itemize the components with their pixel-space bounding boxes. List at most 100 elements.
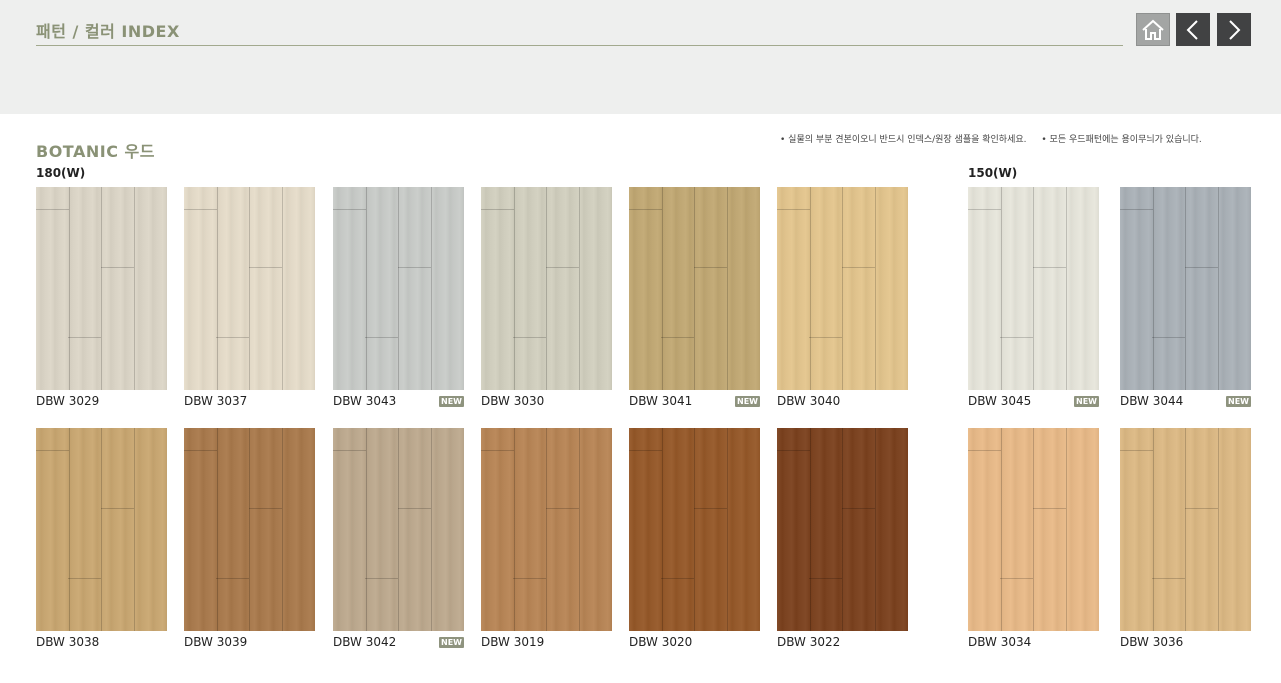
swatch-dbw-3036[interactable] <box>1120 428 1251 631</box>
swatch-dbw-3043[interactable] <box>333 187 464 390</box>
board-end-joint <box>481 450 514 451</box>
board-seam <box>398 187 399 390</box>
board-end-joint <box>1033 267 1066 268</box>
board-end-joint <box>1000 578 1033 579</box>
board-seam <box>366 187 367 390</box>
board-end-joint <box>36 209 69 210</box>
board-end-joint <box>68 337 101 338</box>
board-end-joint <box>629 209 662 210</box>
board-end-joint <box>216 578 249 579</box>
swatch-code: DBW 3036 <box>1120 635 1184 649</box>
chevron-left-icon <box>1186 19 1198 40</box>
swatch-dbw-3030[interactable] <box>481 187 612 390</box>
board-end-joint <box>694 267 727 268</box>
board-seam <box>69 428 70 631</box>
board-seam <box>249 187 250 390</box>
board-seam <box>810 187 811 390</box>
board-end-joint <box>249 267 282 268</box>
swatch-code: DBW 3045 <box>968 394 1032 408</box>
swatch-dbw-3040[interactable] <box>777 187 908 390</box>
board-seam <box>1185 428 1186 631</box>
swatch-code: DBW 3030 <box>481 394 545 408</box>
swatch-dbw-3039[interactable] <box>184 428 315 631</box>
new-badge: NEW <box>439 637 464 648</box>
board-end-joint <box>101 267 134 268</box>
board-seam <box>662 428 663 631</box>
next-page-button[interactable] <box>1217 13 1251 46</box>
header-bar <box>0 0 1281 114</box>
swatch-code: DBW 3020 <box>629 635 693 649</box>
board-end-joint <box>1120 450 1153 451</box>
swatch-dbw-3038[interactable] <box>36 428 167 631</box>
new-badge: NEW <box>1226 396 1251 407</box>
board-end-joint <box>1185 508 1218 509</box>
board-seam <box>694 187 695 390</box>
board-seam <box>842 428 843 631</box>
board-end-joint <box>694 508 727 509</box>
page-title: 패턴 / 컬러 INDEX <box>36 22 180 41</box>
title-divider <box>36 45 1123 46</box>
swatch-code: DBW 3039 <box>184 635 248 649</box>
swatch-dbw-3042[interactable] <box>333 428 464 631</box>
board-seam <box>282 187 283 390</box>
swatch-dbw-3034[interactable] <box>968 428 1099 631</box>
board-seam <box>662 187 663 390</box>
swatch-code: DBW 3029 <box>36 394 100 408</box>
board-seam <box>514 428 515 631</box>
board-end-joint <box>842 267 875 268</box>
board-seam <box>875 428 876 631</box>
swatch-dbw-3044[interactable] <box>1120 187 1251 390</box>
board-end-joint <box>1000 337 1033 338</box>
swatch-dbw-3019[interactable] <box>481 428 612 631</box>
swatch-code: DBW 3038 <box>36 635 100 649</box>
board-seam <box>810 428 811 631</box>
notice-pattern: • 모든 우드패턴에는 용이무늬가 있습니다. <box>1041 135 1202 145</box>
board-seam <box>431 428 432 631</box>
board-end-joint <box>216 337 249 338</box>
board-seam <box>366 428 367 631</box>
board-end-joint <box>398 508 431 509</box>
board-end-joint <box>777 450 810 451</box>
board-end-joint <box>1033 508 1066 509</box>
home-button[interactable] <box>1136 13 1170 46</box>
board-seam <box>514 187 515 390</box>
swatch-code: DBW 3044 <box>1120 394 1184 408</box>
board-seam <box>546 187 547 390</box>
board-seam <box>875 187 876 390</box>
board-end-joint <box>777 209 810 210</box>
board-end-joint <box>513 578 546 579</box>
board-seam <box>398 428 399 631</box>
board-seam <box>217 428 218 631</box>
swatch-dbw-3045[interactable] <box>968 187 1099 390</box>
swatch-code: DBW 3041 <box>629 394 693 408</box>
board-seam <box>1001 428 1002 631</box>
board-seam <box>727 428 728 631</box>
swatch-dbw-3037[interactable] <box>184 187 315 390</box>
board-end-joint <box>842 508 875 509</box>
board-seam <box>101 187 102 390</box>
swatch-dbw-3020[interactable] <box>629 428 760 631</box>
board-end-joint <box>1152 578 1185 579</box>
board-seam <box>1218 187 1219 390</box>
board-end-joint <box>68 578 101 579</box>
swatch-code: DBW 3043 <box>333 394 397 408</box>
new-badge: NEW <box>439 396 464 407</box>
new-badge: NEW <box>1074 396 1099 407</box>
board-end-joint <box>809 337 842 338</box>
board-end-joint <box>1185 267 1218 268</box>
board-end-joint <box>365 578 398 579</box>
previous-page-button[interactable] <box>1176 13 1210 46</box>
board-seam <box>249 428 250 631</box>
home-icon <box>1142 19 1164 40</box>
board-seam <box>69 187 70 390</box>
board-end-joint <box>968 450 1001 451</box>
board-seam <box>134 187 135 390</box>
board-seam <box>134 428 135 631</box>
swatch-dbw-3022[interactable] <box>777 428 908 631</box>
swatch-dbw-3029[interactable] <box>36 187 167 390</box>
board-seam <box>282 428 283 631</box>
swatch-dbw-3041[interactable] <box>629 187 760 390</box>
board-seam <box>1033 428 1034 631</box>
swatch-code: DBW 3037 <box>184 394 248 408</box>
board-end-joint <box>101 508 134 509</box>
